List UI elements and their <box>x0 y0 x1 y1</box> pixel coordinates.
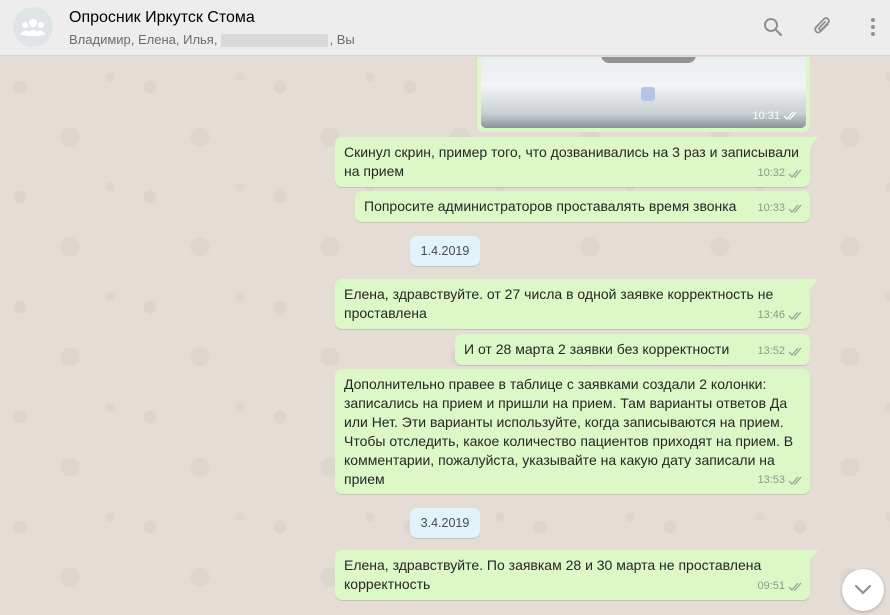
message-text: Попросите администраторов проставалять в… <box>364 198 737 214</box>
message-time: 13:52 <box>757 345 785 357</box>
message-bubble[interactable]: Скинул скрин, пример того, что дозванива… <box>335 137 818 187</box>
message-text: Елена, здравствуйте. от 27 числа в одной… <box>344 286 774 321</box>
message-time: 10:33 <box>757 202 785 214</box>
message-time: 09:51 <box>757 580 785 592</box>
attach-button[interactable] <box>810 14 836 40</box>
message-text: И от 28 марта 2 заявки без корректности <box>464 341 730 357</box>
message-text: Скинул скрин, пример того, что дозванива… <box>344 144 799 179</box>
menu-button[interactable] <box>860 14 886 40</box>
message-bubble[interactable]: Елена, здравствуйте. от 27 числа в одной… <box>335 279 818 329</box>
message-time: 13:53 <box>757 474 785 486</box>
chat-header: Опросник Иркутск Стома Владимир, Елена, … <box>0 0 890 56</box>
double-check-icon <box>788 204 802 213</box>
message-meta: 13:46 <box>757 306 803 325</box>
date-divider: 3.4.2019 <box>410 508 480 538</box>
double-check-icon <box>788 476 802 485</box>
double-check-icon <box>783 111 797 120</box>
message-meta: 13:53 <box>757 471 803 490</box>
participants-visible: Владимир, Елена, Илья, <box>69 32 218 47</box>
message-time: 13:46 <box>757 309 785 321</box>
participants-tail: , Вы <box>329 32 355 47</box>
menu-icon <box>871 18 875 36</box>
message-text: Елена, здравствуйте. По заявкам 28 и 30 … <box>344 557 762 592</box>
date-divider: 1.4.2019 <box>410 236 480 266</box>
double-check-icon <box>788 582 802 591</box>
message-bubble[interactable]: Елена, здравствуйте. По заявкам 28 и 30 … <box>335 550 818 600</box>
message-time: 10:32 <box>757 167 785 179</box>
redacted-participant <box>221 33 329 47</box>
message-bubble[interactable]: И от 28 марта 2 заявки без корректности … <box>455 334 810 365</box>
group-avatar[interactable] <box>13 7 53 47</box>
image-thumbnail[interactable]: 10:31 <box>481 57 806 128</box>
attach-icon <box>814 17 830 34</box>
participants-list: Владимир, Елена, Илья, , Вы <box>69 31 355 49</box>
search-button[interactable] <box>760 14 786 40</box>
message-meta: 10:32 <box>757 164 803 183</box>
chat-title-block[interactable]: Опросник Иркутск Стома Владимир, Елена, … <box>69 8 355 49</box>
group-avatar-icon <box>20 19 46 36</box>
chevron-down-icon <box>854 584 872 595</box>
double-check-icon <box>788 169 802 178</box>
search-icon <box>764 18 783 37</box>
message-bubble[interactable]: Попросите администраторов проставалять в… <box>355 191 810 222</box>
message-meta: 10:31 <box>752 110 798 122</box>
double-check-icon <box>788 311 802 320</box>
chat-messages-pane[interactable]: 10:31 Скинул скрин, пример того, что доз… <box>0 57 890 615</box>
message-bubble[interactable]: Дополнительно правее в таблице с заявкам… <box>335 369 810 494</box>
chat-title: Опросник Иркутск Стома <box>69 9 255 26</box>
double-check-icon <box>788 347 802 356</box>
image-message[interactable]: 10:31 <box>477 57 810 132</box>
message-meta: 09:51 <box>757 577 803 596</box>
scroll-down-button[interactable] <box>842 569 884 611</box>
message-time: 10:31 <box>752 110 780 122</box>
message-meta: 13:52 <box>757 342 803 361</box>
message-meta: 10:33 <box>757 199 803 218</box>
message-text: Дополнительно правее в таблице с заявкам… <box>344 376 794 487</box>
